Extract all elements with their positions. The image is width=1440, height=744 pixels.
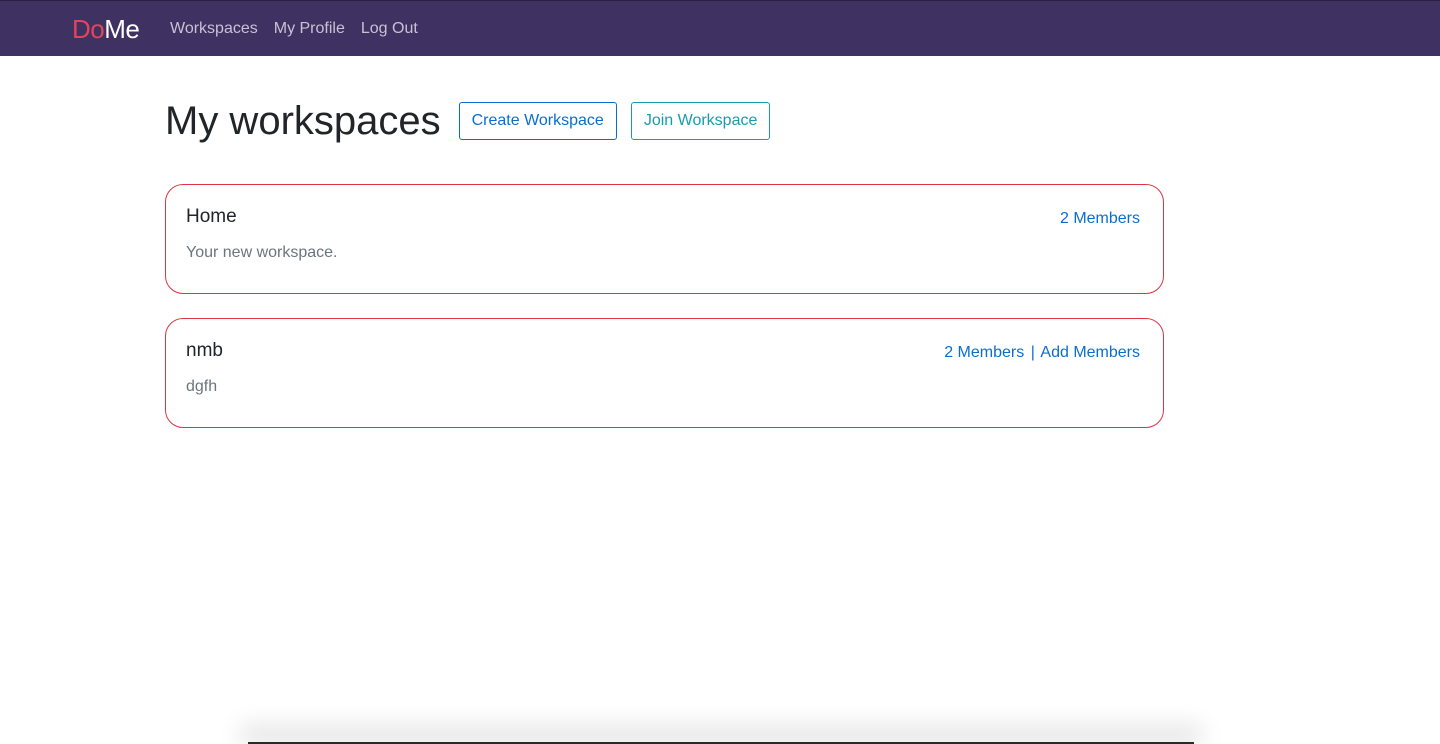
nav-link-workspaces[interactable]: Workspaces: [170, 19, 258, 39]
workspace-actions: 2 Members: [1060, 209, 1140, 229]
workspace-card[interactable]: Home 2 Members Your new workspace.: [165, 184, 1164, 294]
workspace-description: Your new workspace.: [186, 244, 338, 261]
brand-logo[interactable]: DoMe: [72, 13, 140, 45]
page-title: My workspaces: [165, 99, 441, 143]
add-members-link[interactable]: Add Members: [1040, 344, 1140, 361]
members-link[interactable]: 2 Members: [1060, 210, 1140, 227]
workspace-name: nmb: [186, 340, 223, 361]
nav-links: Workspaces My Profile Log Out: [170, 19, 418, 39]
workspace-description: dgfh: [186, 378, 218, 395]
action-separator: |: [1030, 344, 1035, 361]
top-navbar: DoMe Workspaces My Profile Log Out: [0, 0, 1440, 56]
workspace-name: Home: [186, 206, 237, 227]
nav-link-log-out[interactable]: Log Out: [361, 19, 418, 39]
join-workspace-button[interactable]: Join Workspace: [630, 102, 771, 140]
nav-link-my-profile[interactable]: My Profile: [274, 19, 345, 39]
brand-logo-do: Do: [72, 14, 105, 44]
members-link[interactable]: 2 Members: [944, 344, 1024, 361]
brand-logo-me: Me: [104, 14, 140, 44]
page-header: My workspaces Create Workspace Join Work…: [165, 96, 771, 146]
workspace-actions: 2 Members | Add Members: [944, 343, 1140, 363]
workspace-card[interactable]: nmb 2 Members | Add Members dgfh: [165, 318, 1164, 428]
create-workspace-button[interactable]: Create Workspace: [458, 102, 617, 140]
